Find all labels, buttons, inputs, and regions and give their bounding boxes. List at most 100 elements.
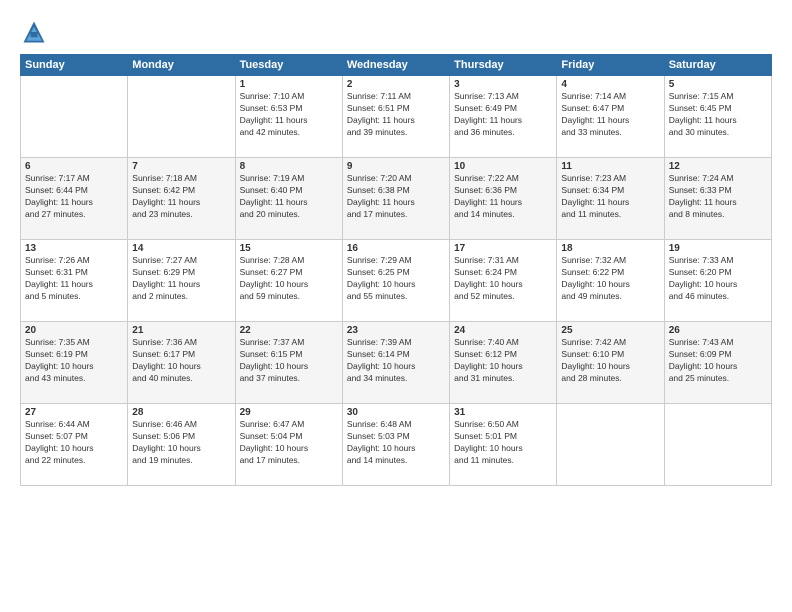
day-info: Sunrise: 7:31 AM Sunset: 6:24 PM Dayligh…	[454, 255, 552, 303]
day-number: 4	[561, 79, 659, 90]
day-number: 29	[240, 407, 338, 418]
day-info: Sunrise: 7:23 AM Sunset: 6:34 PM Dayligh…	[561, 173, 659, 221]
day-cell	[664, 404, 771, 486]
day-number: 14	[132, 243, 230, 254]
day-number: 1	[240, 79, 338, 90]
logo-icon	[20, 18, 48, 46]
day-info: Sunrise: 6:48 AM Sunset: 5:03 PM Dayligh…	[347, 419, 445, 467]
day-number: 24	[454, 325, 552, 336]
week-row-2: 6Sunrise: 7:17 AM Sunset: 6:44 PM Daylig…	[21, 158, 772, 240]
day-number: 15	[240, 243, 338, 254]
day-cell: 2Sunrise: 7:11 AM Sunset: 6:51 PM Daylig…	[342, 76, 449, 158]
day-cell: 17Sunrise: 7:31 AM Sunset: 6:24 PM Dayli…	[450, 240, 557, 322]
day-cell: 29Sunrise: 6:47 AM Sunset: 5:04 PM Dayli…	[235, 404, 342, 486]
day-info: Sunrise: 7:42 AM Sunset: 6:10 PM Dayligh…	[561, 337, 659, 385]
day-info: Sunrise: 7:43 AM Sunset: 6:09 PM Dayligh…	[669, 337, 767, 385]
day-cell: 6Sunrise: 7:17 AM Sunset: 6:44 PM Daylig…	[21, 158, 128, 240]
day-number: 10	[454, 161, 552, 172]
day-info: Sunrise: 7:10 AM Sunset: 6:53 PM Dayligh…	[240, 91, 338, 139]
day-info: Sunrise: 7:37 AM Sunset: 6:15 PM Dayligh…	[240, 337, 338, 385]
day-number: 27	[25, 407, 123, 418]
day-number: 5	[669, 79, 767, 90]
day-number: 25	[561, 325, 659, 336]
day-cell: 7Sunrise: 7:18 AM Sunset: 6:42 PM Daylig…	[128, 158, 235, 240]
day-info: Sunrise: 6:47 AM Sunset: 5:04 PM Dayligh…	[240, 419, 338, 467]
weekday-header-tuesday: Tuesday	[235, 55, 342, 76]
day-number: 28	[132, 407, 230, 418]
day-cell: 14Sunrise: 7:27 AM Sunset: 6:29 PM Dayli…	[128, 240, 235, 322]
day-cell: 9Sunrise: 7:20 AM Sunset: 6:38 PM Daylig…	[342, 158, 449, 240]
day-number: 17	[454, 243, 552, 254]
day-info: Sunrise: 7:20 AM Sunset: 6:38 PM Dayligh…	[347, 173, 445, 221]
day-cell: 23Sunrise: 7:39 AM Sunset: 6:14 PM Dayli…	[342, 322, 449, 404]
day-number: 7	[132, 161, 230, 172]
day-cell	[128, 76, 235, 158]
header	[20, 18, 772, 46]
day-cell: 25Sunrise: 7:42 AM Sunset: 6:10 PM Dayli…	[557, 322, 664, 404]
day-info: Sunrise: 6:44 AM Sunset: 5:07 PM Dayligh…	[25, 419, 123, 467]
day-cell: 24Sunrise: 7:40 AM Sunset: 6:12 PM Dayli…	[450, 322, 557, 404]
day-number: 16	[347, 243, 445, 254]
day-info: Sunrise: 7:29 AM Sunset: 6:25 PM Dayligh…	[347, 255, 445, 303]
day-info: Sunrise: 7:28 AM Sunset: 6:27 PM Dayligh…	[240, 255, 338, 303]
day-number: 9	[347, 161, 445, 172]
week-row-1: 1Sunrise: 7:10 AM Sunset: 6:53 PM Daylig…	[21, 76, 772, 158]
day-number: 8	[240, 161, 338, 172]
day-number: 13	[25, 243, 123, 254]
weekday-header-sunday: Sunday	[21, 55, 128, 76]
day-number: 12	[669, 161, 767, 172]
weekday-header-monday: Monday	[128, 55, 235, 76]
day-cell: 31Sunrise: 6:50 AM Sunset: 5:01 PM Dayli…	[450, 404, 557, 486]
day-info: Sunrise: 7:33 AM Sunset: 6:20 PM Dayligh…	[669, 255, 767, 303]
week-row-3: 13Sunrise: 7:26 AM Sunset: 6:31 PM Dayli…	[21, 240, 772, 322]
day-info: Sunrise: 7:39 AM Sunset: 6:14 PM Dayligh…	[347, 337, 445, 385]
day-cell	[21, 76, 128, 158]
day-cell: 28Sunrise: 6:46 AM Sunset: 5:06 PM Dayli…	[128, 404, 235, 486]
week-row-5: 27Sunrise: 6:44 AM Sunset: 5:07 PM Dayli…	[21, 404, 772, 486]
week-row-4: 20Sunrise: 7:35 AM Sunset: 6:19 PM Dayli…	[21, 322, 772, 404]
weekday-header-wednesday: Wednesday	[342, 55, 449, 76]
day-info: Sunrise: 6:50 AM Sunset: 5:01 PM Dayligh…	[454, 419, 552, 467]
logo	[20, 18, 52, 46]
day-cell: 13Sunrise: 7:26 AM Sunset: 6:31 PM Dayli…	[21, 240, 128, 322]
weekday-header-thursday: Thursday	[450, 55, 557, 76]
day-info: Sunrise: 7:22 AM Sunset: 6:36 PM Dayligh…	[454, 173, 552, 221]
day-number: 2	[347, 79, 445, 90]
day-info: Sunrise: 7:14 AM Sunset: 6:47 PM Dayligh…	[561, 91, 659, 139]
page: SundayMondayTuesdayWednesdayThursdayFrid…	[0, 0, 792, 612]
day-info: Sunrise: 7:35 AM Sunset: 6:19 PM Dayligh…	[25, 337, 123, 385]
day-number: 31	[454, 407, 552, 418]
day-info: Sunrise: 7:27 AM Sunset: 6:29 PM Dayligh…	[132, 255, 230, 303]
day-cell: 20Sunrise: 7:35 AM Sunset: 6:19 PM Dayli…	[21, 322, 128, 404]
day-cell: 1Sunrise: 7:10 AM Sunset: 6:53 PM Daylig…	[235, 76, 342, 158]
weekday-header-friday: Friday	[557, 55, 664, 76]
header-row: SundayMondayTuesdayWednesdayThursdayFrid…	[21, 55, 772, 76]
day-number: 18	[561, 243, 659, 254]
day-cell: 27Sunrise: 6:44 AM Sunset: 5:07 PM Dayli…	[21, 404, 128, 486]
day-number: 20	[25, 325, 123, 336]
calendar-table: SundayMondayTuesdayWednesdayThursdayFrid…	[20, 54, 772, 486]
day-info: Sunrise: 7:11 AM Sunset: 6:51 PM Dayligh…	[347, 91, 445, 139]
day-info: Sunrise: 7:36 AM Sunset: 6:17 PM Dayligh…	[132, 337, 230, 385]
weekday-header-saturday: Saturday	[664, 55, 771, 76]
day-cell: 4Sunrise: 7:14 AM Sunset: 6:47 PM Daylig…	[557, 76, 664, 158]
day-number: 19	[669, 243, 767, 254]
day-number: 3	[454, 79, 552, 90]
day-cell: 15Sunrise: 7:28 AM Sunset: 6:27 PM Dayli…	[235, 240, 342, 322]
day-info: Sunrise: 7:24 AM Sunset: 6:33 PM Dayligh…	[669, 173, 767, 221]
day-number: 6	[25, 161, 123, 172]
day-info: Sunrise: 7:18 AM Sunset: 6:42 PM Dayligh…	[132, 173, 230, 221]
day-number: 22	[240, 325, 338, 336]
day-cell: 3Sunrise: 7:13 AM Sunset: 6:49 PM Daylig…	[450, 76, 557, 158]
day-info: Sunrise: 7:17 AM Sunset: 6:44 PM Dayligh…	[25, 173, 123, 221]
day-cell: 16Sunrise: 7:29 AM Sunset: 6:25 PM Dayli…	[342, 240, 449, 322]
day-info: Sunrise: 7:32 AM Sunset: 6:22 PM Dayligh…	[561, 255, 659, 303]
day-info: Sunrise: 6:46 AM Sunset: 5:06 PM Dayligh…	[132, 419, 230, 467]
day-cell: 10Sunrise: 7:22 AM Sunset: 6:36 PM Dayli…	[450, 158, 557, 240]
day-info: Sunrise: 7:26 AM Sunset: 6:31 PM Dayligh…	[25, 255, 123, 303]
day-info: Sunrise: 7:40 AM Sunset: 6:12 PM Dayligh…	[454, 337, 552, 385]
day-cell: 11Sunrise: 7:23 AM Sunset: 6:34 PM Dayli…	[557, 158, 664, 240]
day-number: 23	[347, 325, 445, 336]
day-info: Sunrise: 7:13 AM Sunset: 6:49 PM Dayligh…	[454, 91, 552, 139]
day-info: Sunrise: 7:15 AM Sunset: 6:45 PM Dayligh…	[669, 91, 767, 139]
